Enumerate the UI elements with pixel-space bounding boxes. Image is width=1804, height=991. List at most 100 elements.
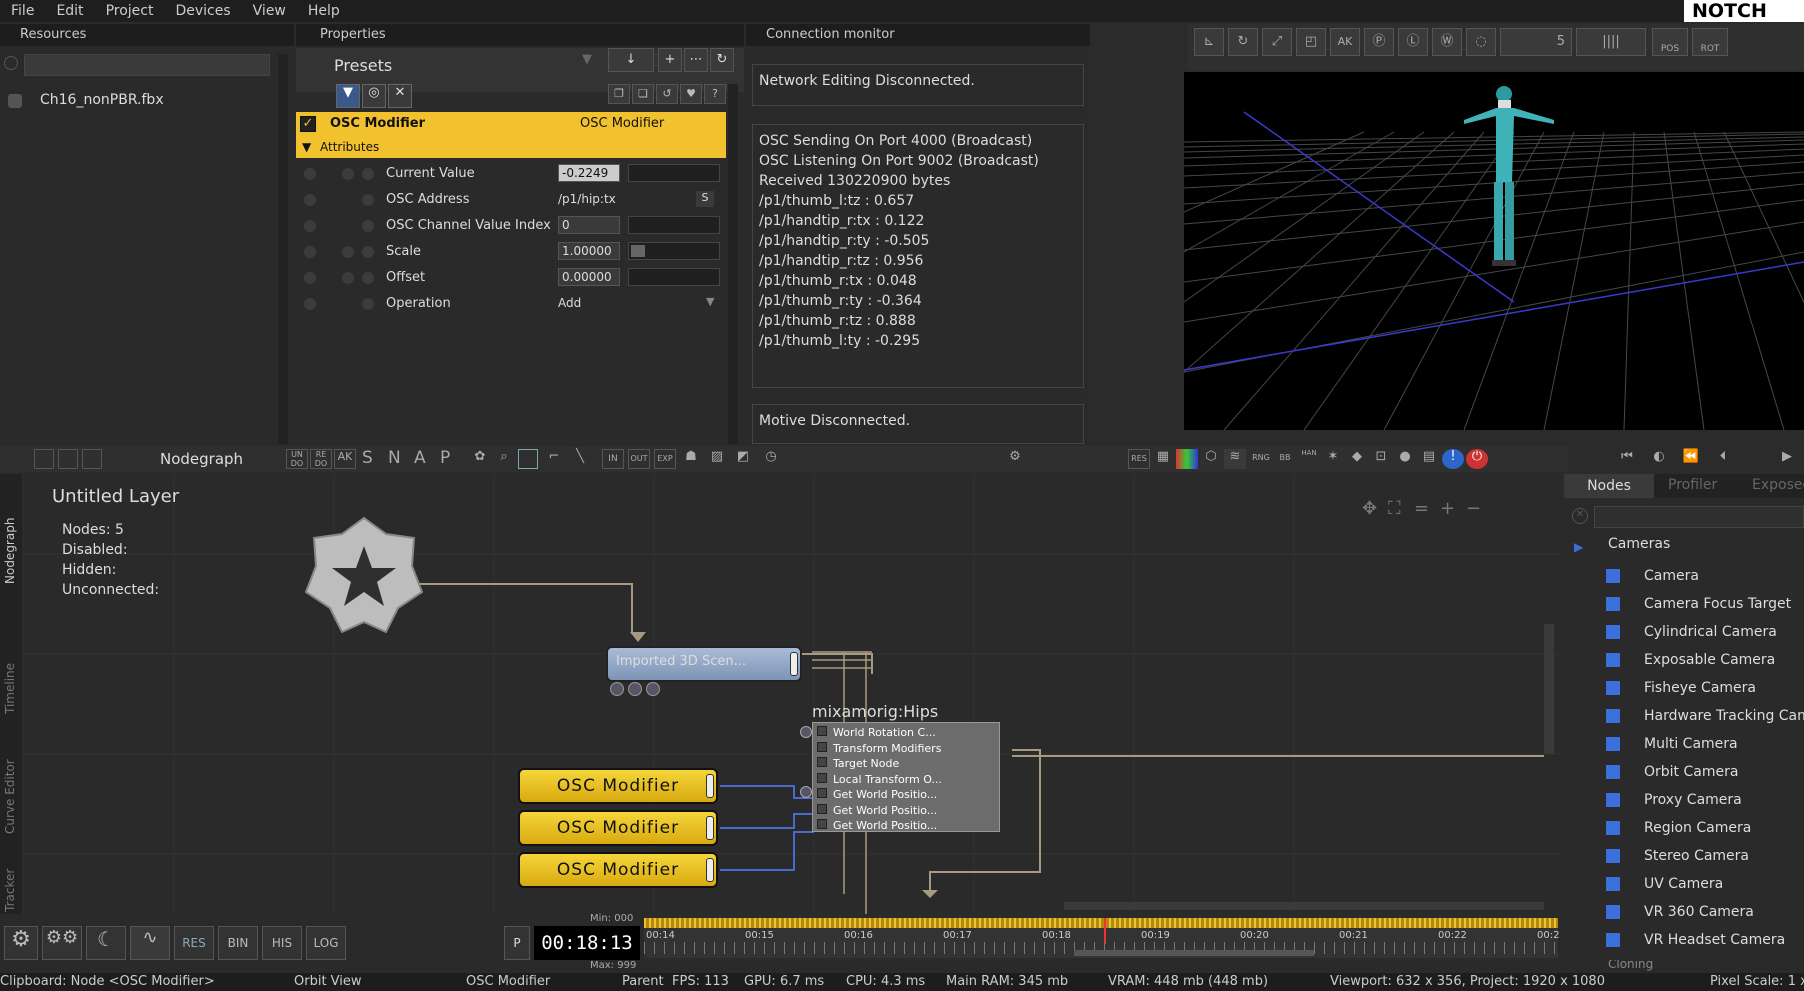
sphere-icon[interactable]: ● bbox=[1394, 449, 1416, 469]
monitor-icon[interactable]: ▤ bbox=[1418, 449, 1440, 469]
playhead[interactable] bbox=[1104, 918, 1106, 944]
toolbar-a[interactable]: A bbox=[414, 448, 426, 468]
box-icon[interactable]: ◆ bbox=[1346, 449, 1368, 469]
timeline-scroll[interactable] bbox=[1074, 950, 1314, 956]
layer-copy-icon[interactable] bbox=[82, 449, 102, 469]
scale-field[interactable]: 1.00000 bbox=[558, 242, 620, 260]
res-button[interactable]: RES bbox=[174, 926, 214, 960]
hatch-icon[interactable]: ▨ bbox=[706, 449, 728, 469]
fit-icon[interactable]: ⛶ bbox=[1388, 498, 1401, 519]
snap-amount[interactable]: 5 bbox=[1500, 28, 1572, 56]
menu-edit[interactable]: Edit bbox=[45, 3, 94, 19]
pan-icon[interactable]: ✥ bbox=[1362, 498, 1377, 519]
filter-icon[interactable]: ▼ bbox=[336, 84, 360, 108]
gears-icon[interactable]: ⚙⚙ bbox=[42, 926, 82, 960]
search-icon[interactable] bbox=[4, 56, 18, 70]
in-icon[interactable]: IN bbox=[602, 449, 624, 469]
reset-icon[interactable]: ↺ bbox=[656, 84, 678, 104]
osc-address-s-button[interactable]: S bbox=[696, 191, 714, 207]
canvas-scrollbar-v[interactable] bbox=[1544, 624, 1554, 754]
out-icon[interactable]: OUT bbox=[628, 449, 650, 469]
handles-icon[interactable]: HAN bbox=[1298, 449, 1320, 469]
category-cloning[interactable]: Cloning bbox=[1608, 960, 1653, 972]
link-icon[interactable] bbox=[362, 272, 374, 284]
link-icon[interactable] bbox=[362, 298, 374, 310]
log-button[interactable]: LOG bbox=[306, 926, 346, 960]
link-icon[interactable] bbox=[362, 220, 374, 232]
offset-field[interactable]: 0.00000 bbox=[558, 268, 620, 286]
toolbar-s[interactable]: S bbox=[362, 448, 373, 468]
tab-exposed[interactable]: Exposed bbox=[1752, 477, 1804, 493]
help-dot-icon[interactable] bbox=[304, 272, 316, 284]
port-icon[interactable] bbox=[800, 726, 812, 738]
resources-scrollbar[interactable] bbox=[278, 54, 288, 444]
layer-add-icon[interactable] bbox=[58, 449, 78, 469]
zoom-out-icon[interactable]: − bbox=[1466, 498, 1481, 519]
crescent-icon[interactable]: ☾ bbox=[86, 926, 126, 960]
local-icon[interactable]: Ⓛ bbox=[1398, 28, 1428, 56]
link-icon[interactable] bbox=[362, 168, 374, 180]
redo-icon[interactable]: RE DO bbox=[310, 449, 332, 469]
more-icon[interactable]: ⋯ bbox=[684, 48, 708, 72]
port-icon[interactable] bbox=[800, 786, 812, 798]
flag-icon[interactable]: ◩ bbox=[732, 449, 754, 469]
star-icon[interactable]: ✶ bbox=[1322, 449, 1344, 469]
presets-dropdown-icon[interactable]: ▼ bbox=[582, 52, 592, 67]
bounds-icon[interactable]: ◰ bbox=[1296, 28, 1326, 56]
warning-icon[interactable]: ! bbox=[1442, 449, 1464, 469]
tab-profiler[interactable]: Profiler bbox=[1668, 477, 1717, 493]
node-output-handle[interactable] bbox=[790, 652, 798, 676]
favorite-icon[interactable]: ♥ bbox=[680, 84, 702, 104]
nodegraph-canvas[interactable]: Untitled Layer Nodes: 5 Disabled: Hidden… bbox=[24, 474, 1562, 914]
zoom-in-icon[interactable]: + bbox=[1440, 498, 1455, 519]
cube-icon[interactable]: ⬡ bbox=[1200, 449, 1222, 469]
help-dot-icon[interactable] bbox=[304, 246, 316, 258]
tab-nodes[interactable]: Nodes bbox=[1564, 474, 1654, 498]
attributes-section[interactable]: ▼ Attributes bbox=[296, 136, 726, 158]
current-value-slider[interactable] bbox=[628, 164, 720, 182]
rewind-icon[interactable]: ⏪ bbox=[1678, 449, 1704, 469]
current-value-field[interactable]: -0.2249 bbox=[558, 164, 620, 182]
layers-stack-icon[interactable]: ≋ bbox=[1224, 449, 1246, 469]
osc-modifier-node-2[interactable]: OSC Modifier bbox=[518, 810, 718, 846]
download-icon[interactable]: ↓ bbox=[608, 48, 654, 72]
timecode-display[interactable]: 00:18:13 bbox=[534, 926, 640, 960]
add-icon[interactable]: + bbox=[658, 48, 682, 72]
expand-icon[interactable]: ▶ bbox=[1574, 540, 1583, 554]
rng-icon[interactable]: RNG bbox=[1250, 449, 1272, 469]
osc-modifier-node-3[interactable]: OSC Modifier bbox=[518, 852, 718, 888]
channel-index-field[interactable]: 0 bbox=[558, 216, 620, 234]
resource-file[interactable]: Ch16_nonPBR.fbx bbox=[40, 92, 164, 108]
settings-gear-icon[interactable]: ⚙ bbox=[1004, 449, 1026, 469]
his-button[interactable]: HIS bbox=[262, 926, 302, 960]
snap-icon[interactable]: ◌ bbox=[1466, 28, 1496, 56]
bug-icon[interactable]: ☗ bbox=[680, 449, 702, 469]
align-icon[interactable]: = bbox=[1414, 498, 1429, 519]
pos-lock[interactable]: POS bbox=[1652, 28, 1688, 56]
properties-scrollbar[interactable] bbox=[728, 84, 738, 444]
keyframe-icon[interactable] bbox=[342, 246, 354, 258]
clear-filter-icon[interactable]: ✕ bbox=[388, 84, 412, 108]
help-dot-icon[interactable] bbox=[304, 220, 316, 232]
copy-icon[interactable]: ❐ bbox=[608, 84, 630, 104]
resources-search-input[interactable] bbox=[24, 54, 270, 76]
keyframe-icon[interactable] bbox=[342, 272, 354, 284]
help-dot-icon[interactable] bbox=[304, 194, 316, 206]
axis-icon[interactable]: ⊾ bbox=[1194, 28, 1224, 56]
loop-icon[interactable]: ◐ bbox=[1646, 449, 1672, 469]
help-dot-icon[interactable] bbox=[304, 298, 316, 310]
timeline-track[interactable]: 00:14 00:15 00:16 00:17 00:18 00:19 00:2… bbox=[644, 918, 1559, 958]
skip-start-icon[interactable]: ⏮ bbox=[1614, 449, 1640, 469]
nodes-search-input[interactable] bbox=[1594, 506, 1804, 528]
select-icon[interactable] bbox=[518, 449, 538, 469]
settings-icon[interactable]: ⚙ bbox=[4, 926, 38, 960]
help-dot-icon[interactable] bbox=[304, 168, 316, 180]
menu-devices[interactable]: Devices bbox=[164, 3, 241, 19]
osc-address-field[interactable]: /p1/hip:tx bbox=[558, 192, 616, 206]
line-icon[interactable]: ╲ bbox=[570, 449, 590, 469]
cog-icon[interactable]: ✿ bbox=[470, 449, 490, 469]
exp-icon[interactable]: EXP bbox=[654, 449, 676, 469]
3d-viewport[interactable] bbox=[1184, 72, 1804, 430]
tab-timeline[interactable]: Timeline bbox=[3, 614, 17, 714]
grid-icon[interactable]: ▦ bbox=[1152, 449, 1174, 469]
